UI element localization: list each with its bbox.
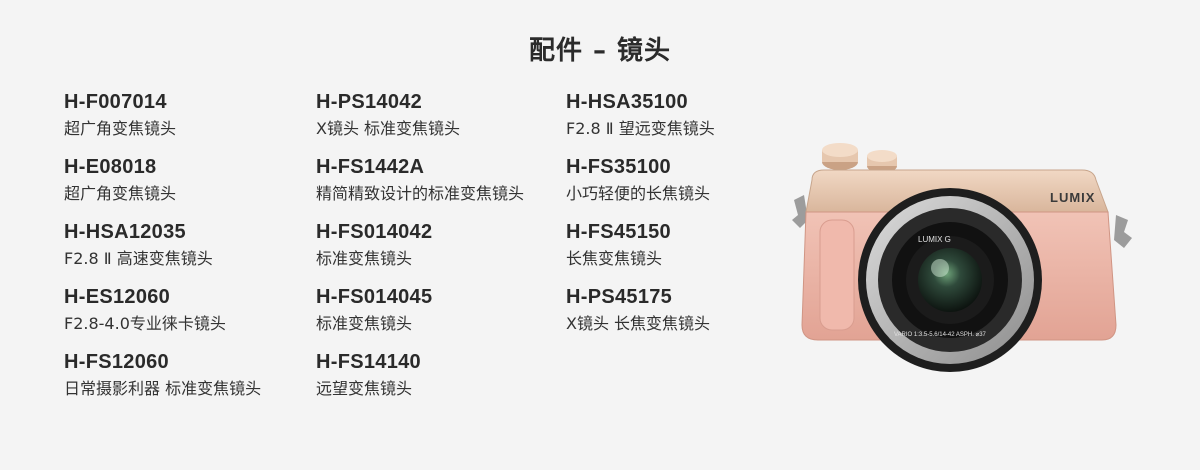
lens-description: 远望变焦镜头 xyxy=(316,379,413,398)
camera-grip xyxy=(819,219,855,331)
lens-brand-label: LUMIX G xyxy=(918,235,951,244)
camera-image: LUMIX LUMIX G VARIO 1:3.5-5.6/14-42 ASPH… xyxy=(792,143,1132,372)
lens-model: H-FS45150 xyxy=(566,221,671,243)
lens-item: H-E08018 超广角变焦镜头 xyxy=(64,155,309,220)
lens-description: 标准变焦镜头 xyxy=(316,249,413,268)
lens: LUMIX G VARIO 1:3.5-5.6/14-42 ASPH. ⌀37 xyxy=(858,188,1042,372)
lens-model: H-ES12060 xyxy=(64,286,171,308)
lens-description: X镜头 长焦变焦镜头 xyxy=(566,314,711,333)
lens-description: F2.8 Ⅱ 望远变焦镜头 xyxy=(566,119,715,138)
lens-description: F2.8 Ⅱ 高速变焦镜头 xyxy=(64,249,213,268)
lens-model: H-PS14042 xyxy=(316,91,423,113)
lens-description: 精简精致设计的标准变焦镜头 xyxy=(316,184,525,203)
lens-item: H-HSA35100 F2.8 Ⅱ 望远变焦镜头 xyxy=(566,90,811,155)
lens-model: H-FS12060 xyxy=(64,351,169,373)
lens-column-2: H-PS14042 X镜头 标准变焦镜头 H-FS1442A 精简精致设计的标准… xyxy=(316,90,561,415)
lens-description: 超广角变焦镜头 xyxy=(64,184,177,203)
lens-item: H-HSA12035 F2.8 Ⅱ 高速变焦镜头 xyxy=(64,220,309,285)
lens-model: H-F007014 xyxy=(64,91,167,113)
lens-model: H-FS014042 xyxy=(316,221,433,243)
lens-model: H-FS14140 xyxy=(316,351,421,373)
lens-model: H-HSA12035 xyxy=(64,221,186,243)
lens-item: H-F007014 超广角变焦镜头 xyxy=(64,90,309,155)
lens-model: H-PS45175 xyxy=(566,286,673,308)
lens-item: H-PS14042 X镜头 标准变焦镜头 xyxy=(316,90,561,155)
lens-item: H-FS35100 小巧轻便的长焦镜头 xyxy=(566,155,811,220)
lens-column-3: H-HSA35100 F2.8 Ⅱ 望远变焦镜头 H-FS35100 小巧轻便的… xyxy=(566,90,811,350)
lens-column-1: H-F007014 超广角变焦镜头 H-E08018 超广角变焦镜头 H-HSA… xyxy=(64,90,309,415)
lens-model: H-FS014045 xyxy=(316,286,433,308)
lens-description: 长焦变焦镜头 xyxy=(566,249,663,268)
mode-dial xyxy=(822,143,858,170)
lens-item: H-ES12060 F2.8-4.0专业徕卡镜头 xyxy=(64,285,309,350)
lens-item: H-FS45150 长焦变焦镜头 xyxy=(566,220,811,285)
lens-model: H-FS1442A xyxy=(316,156,425,178)
lens-model: H-E08018 xyxy=(64,156,157,178)
lens-item: H-FS1442A 精简精致设计的标准变焦镜头 xyxy=(316,155,561,220)
lens-description: 超广角变焦镜头 xyxy=(64,119,177,138)
lens-description: F2.8-4.0专业徕卡镜头 xyxy=(64,314,226,333)
camera-brand-label: LUMIX xyxy=(1050,190,1095,205)
lens-description: 日常摄影利器 标准变焦镜头 xyxy=(64,379,262,398)
lens-item: H-FS12060 日常摄影利器 标准变焦镜头 xyxy=(64,350,309,415)
lens-model: H-FS35100 xyxy=(566,156,671,178)
lens-marking-label: VARIO 1:3.5-5.6/14-42 ASPH. ⌀37 xyxy=(894,332,987,338)
right-strap-lug xyxy=(1114,215,1132,248)
lens-item: H-FS014045 标准变焦镜头 xyxy=(316,285,561,350)
lens-description: 小巧轻便的长焦镜头 xyxy=(566,184,711,203)
lens-item: H-FS014042 标准变焦镜头 xyxy=(316,220,561,285)
lens-item: H-PS45175 X镜头 长焦变焦镜头 xyxy=(566,285,811,350)
lens-description: 标准变焦镜头 xyxy=(316,314,413,333)
lens-item: H-FS14140 远望变焦镜头 xyxy=(316,350,561,415)
lens-model: H-HSA35100 xyxy=(566,91,688,113)
lens-description: X镜头 标准变焦镜头 xyxy=(316,119,461,138)
page-title: 配件 – 镜头 xyxy=(528,36,672,66)
